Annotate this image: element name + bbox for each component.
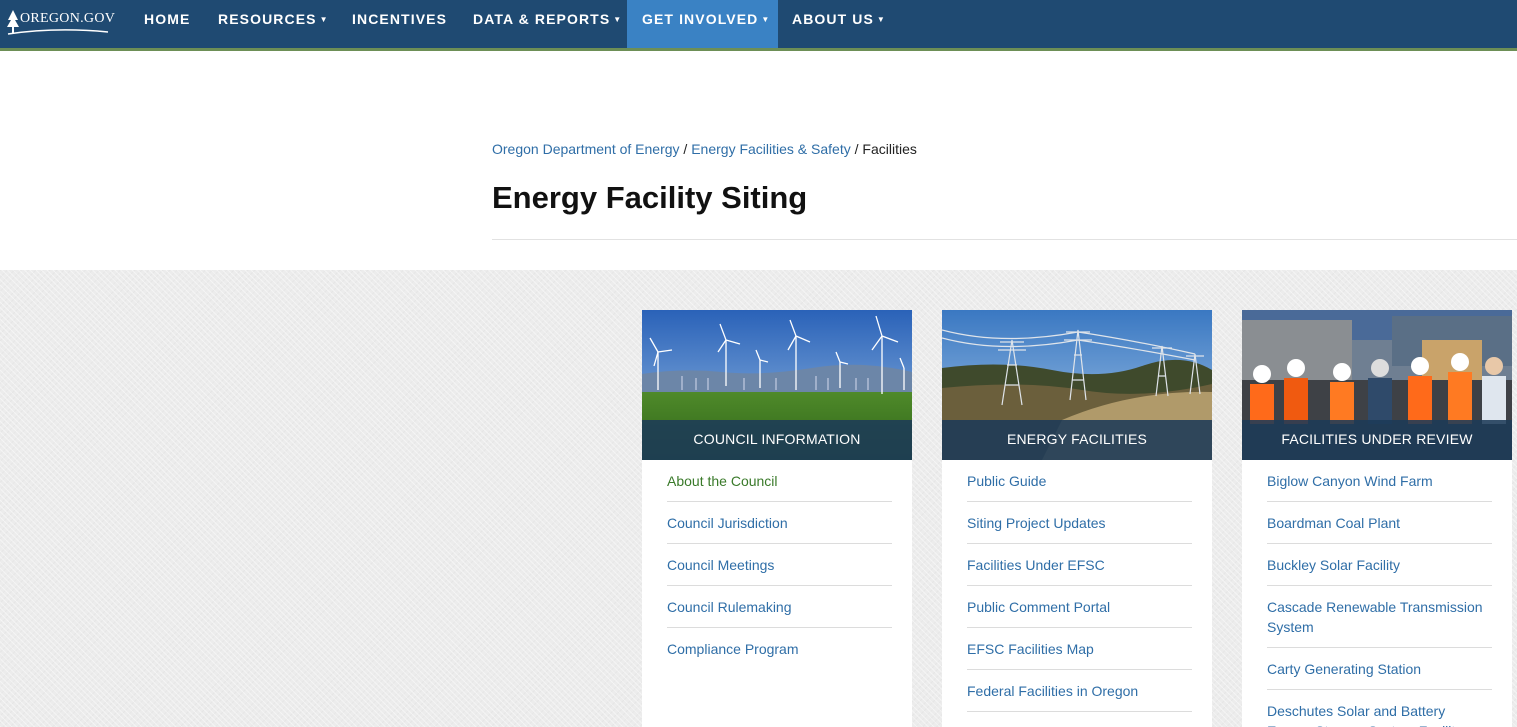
oregon-gov-logo[interactable]: OREGON.GOV	[6, 9, 115, 37]
card-link-list: Public Guide Siting Project Updates Faci…	[967, 460, 1192, 727]
nav-resources[interactable]: RESOURCES ▼	[203, 0, 344, 48]
link-buckley-solar-facility[interactable]: Buckley Solar Facility	[1267, 544, 1492, 586]
page-title: Energy Facility Siting	[492, 180, 808, 215]
link-council-meetings[interactable]: Council Meetings	[667, 544, 892, 586]
breadcrumb-link-odoe[interactable]: Oregon Department of Energy	[492, 141, 680, 157]
link-council-jurisdiction[interactable]: Council Jurisdiction	[667, 502, 892, 544]
card-link-list: About the Council Council Jurisdiction C…	[667, 460, 892, 669]
caret-down-icon: ▼	[319, 15, 329, 24]
breadcrumb-link-facilities-safety[interactable]: Energy Facilities & Safety	[691, 141, 851, 157]
caret-down-icon: ▼	[761, 15, 771, 24]
nav-incentives[interactable]: INCENTIVES	[337, 0, 462, 48]
link-public-comment-portal[interactable]: Public Comment Portal	[967, 586, 1192, 628]
caret-down-icon: ▼	[613, 15, 623, 24]
card-header: FACILITIES UNDER REVIEW	[1242, 420, 1512, 460]
link-council-rulemaking[interactable]: Council Rulemaking	[667, 586, 892, 628]
caret-down-icon: ▼	[876, 15, 886, 24]
card-energy-facilities: ENERGY FACILITIES Public Guide Siting Pr…	[942, 310, 1212, 727]
breadcrumb: Oregon Department of Energy / Energy Fac…	[492, 141, 917, 157]
link-siting-project-updates[interactable]: Siting Project Updates	[967, 502, 1192, 544]
link-boardman-coal-plant[interactable]: Boardman Coal Plant	[1267, 502, 1492, 544]
top-navigation: OREGON.GOV HOME RESOURCES ▼ INCENTIVES DA…	[0, 0, 1517, 51]
link-federal-facilities-in-oregon[interactable]: Federal Facilities in Oregon	[967, 670, 1192, 712]
card-header: ENERGY FACILITIES	[942, 420, 1212, 460]
link-cascade-renewable-transmission-system[interactable]: Cascade Renewable Transmission System	[1267, 586, 1492, 648]
link-deschutes-solar-battery[interactable]: Deschutes Solar and Battery Energy Stora…	[1267, 690, 1492, 727]
card-council-information: COUNCIL INFORMATION About the Council Co…	[642, 310, 912, 727]
nav-data-reports[interactable]: DATA & REPORTS ▼	[458, 0, 637, 48]
card-header: COUNCIL INFORMATION	[642, 420, 912, 460]
logo-text: OREGON.GOV	[20, 11, 116, 26]
link-biglow-canyon-wind-farm[interactable]: Biglow Canyon Wind Farm	[1267, 460, 1492, 502]
card-facilities-under-review: FACILITIES UNDER REVIEW Biglow Canyon Wi…	[1242, 310, 1512, 727]
link-public-guide[interactable]: Public Guide	[967, 460, 1192, 502]
card-link-list: Biglow Canyon Wind Farm Boardman Coal Pl…	[1267, 460, 1492, 727]
nav-about-us[interactable]: ABOUT US ▼	[777, 0, 901, 48]
link-compliance-program[interactable]: Compliance Program	[667, 628, 892, 669]
link-facilities-under-efsc[interactable]: Facilities Under EFSC	[967, 544, 1192, 586]
link-about-the-siting-process[interactable]: About the Siting Process	[967, 712, 1192, 727]
nav-get-involved[interactable]: GET INVOLVED ▼	[627, 0, 778, 48]
logo-swoosh-icon	[7, 29, 109, 35]
link-about-the-council[interactable]: About the Council	[667, 460, 892, 502]
title-divider	[492, 239, 1517, 240]
link-efsc-facilities-map[interactable]: EFSC Facilities Map	[967, 628, 1192, 670]
nav-home[interactable]: HOME	[129, 0, 205, 48]
link-carty-generating-station[interactable]: Carty Generating Station	[1267, 648, 1492, 690]
breadcrumb-current: Facilities	[862, 141, 917, 157]
